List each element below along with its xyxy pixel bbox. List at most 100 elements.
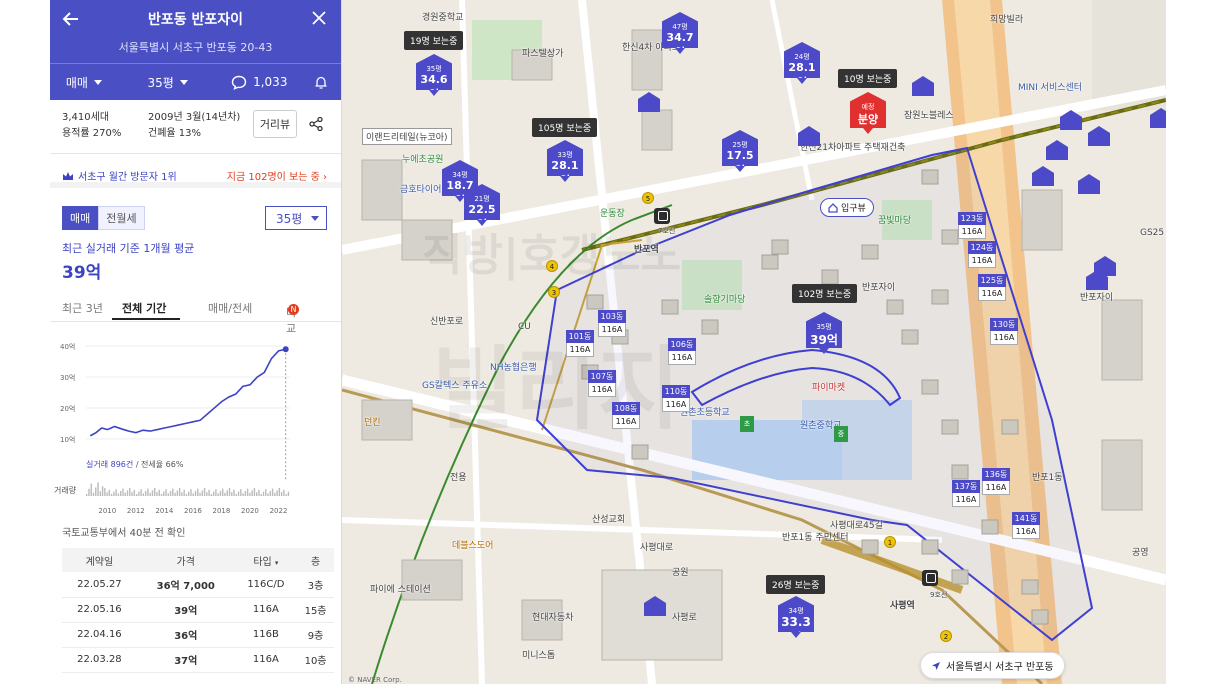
dong-label[interactable]: 137동 116A — [952, 480, 980, 507]
house-marker: 25평 17.5억 — [722, 130, 758, 166]
complex-info-panel: 반포동 반포자이 서울특별시 서초구 반포동 20-43 매매 35평 1,03… — [50, 0, 342, 684]
trade-type-dropdown[interactable]: 매매 — [50, 64, 118, 100]
panel-header: 반포동 반포자이 서울특별시 서초구 반포동 20-43 매매 35평 1,03… — [50, 0, 341, 100]
price-history-chart[interactable]: 10억 20억 30억 40억 2010 2012 2014 2016 2018 2020 2022 — [50, 330, 342, 520]
price-pin-selected[interactable]: 35평 39억 — [806, 312, 842, 354]
deal-floor: 3층 — [297, 572, 334, 598]
volume-bar — [99, 491, 101, 496]
table-row: 22.04.16 36억 116B 9층 — [62, 622, 334, 648]
tab-sale-lease[interactable]: 매매/전세 — [208, 300, 252, 316]
volume-bar — [201, 490, 203, 496]
current-point — [282, 346, 289, 353]
map-label: 경원중학교 — [422, 13, 464, 23]
alarm-button[interactable] — [301, 64, 341, 100]
volume-label: 거래량 — [54, 486, 77, 495]
y-tick-label: 20억 — [60, 405, 75, 413]
dong-label[interactable]: 130동 116A — [990, 318, 1018, 345]
tab-recent-3y[interactable]: 최근 3년 — [62, 300, 103, 316]
close-icon[interactable] — [309, 8, 329, 28]
coverage-ratio: 건폐율 13% — [148, 128, 202, 139]
volume-bar — [283, 489, 285, 496]
floor-area-ratio: 용적률 270% — [62, 128, 122, 139]
street-view-button[interactable]: 거리뷰 — [253, 110, 297, 138]
viewer-count-tag: 19명 보는중 — [404, 31, 464, 50]
volume-bar — [183, 489, 185, 496]
school-icon: 중 — [834, 426, 848, 442]
dong-label[interactable]: 110동 116A — [662, 385, 690, 412]
volume-bar — [244, 491, 247, 496]
map-view[interactable]: 직방|호갱노노 빌리지 경원중학교 파스텔상가 한신4차 아파트 누에초공원 금… — [342, 0, 1166, 684]
price-pin[interactable]: 34평 33.3억 — [778, 596, 814, 638]
col-type[interactable]: 타입 ▾ — [234, 548, 298, 572]
volume-bar — [104, 488, 106, 496]
subway-station-icon[interactable] — [654, 208, 670, 224]
volume-bar — [242, 493, 244, 496]
dong-label[interactable]: 108동 116A — [612, 402, 640, 429]
dong-label[interactable]: 103동 116A — [598, 310, 626, 337]
dong-type: 116A — [588, 383, 616, 397]
speech-bubble-icon — [231, 75, 247, 90]
dong-type: 116A — [952, 493, 980, 507]
bell-icon — [315, 76, 327, 89]
table-row: 22.05.27 36억 7,000 116C/D 3층 — [62, 572, 334, 598]
size-select[interactable]: 35평 — [265, 206, 327, 230]
map-copyright: © NAVER Corp. — [348, 676, 402, 684]
map-label: GS칼텍스 주유소 — [422, 381, 488, 391]
dong-label[interactable]: 136동 116A — [982, 468, 1010, 495]
map-label: 이랜드리테일(뉴코아) — [362, 128, 452, 145]
dong-label[interactable]: 125동 116A — [978, 274, 1006, 301]
dong-name: 141동 — [1012, 512, 1040, 525]
deal-floor: 10층 — [297, 647, 334, 673]
presale-pin[interactable]: 예정 분양 — [850, 92, 886, 134]
tab-all-period[interactable]: 전체 기간 — [122, 300, 166, 316]
volume-bar — [115, 489, 117, 496]
visitor-rank-text: 서초구 월간 방문자 1위 — [78, 172, 177, 183]
dong-name: 106동 — [668, 338, 696, 351]
navigation-arrow-icon — [932, 661, 940, 670]
size-dropdown[interactable]: 35평 — [118, 64, 218, 100]
x-tick-label: 2010 — [98, 507, 116, 515]
chart-note: 실거래 896건 / 전세율 66% — [86, 459, 183, 470]
dong-type: 116A — [598, 323, 626, 337]
tab-lease[interactable]: 전월세 — [98, 206, 145, 230]
dong-label[interactable]: 106동 116A — [668, 338, 696, 365]
map-label: 파스텔상가 — [522, 49, 564, 59]
complex-address: 서울특별시 서초구 반포동 20-43 — [118, 41, 273, 54]
entrance-view-chip[interactable]: 입구뷰 — [820, 198, 874, 217]
dong-label[interactable]: 101동 116A — [566, 330, 594, 357]
map-label: 사평역 — [890, 601, 915, 611]
volume-bar — [88, 488, 90, 496]
pin-tail — [477, 220, 487, 226]
map-label: 반포1동 — [1032, 473, 1063, 483]
deal-price: 36억 — [136, 622, 235, 648]
dong-label[interactable]: 124동 116A — [968, 241, 996, 268]
volume-bar — [117, 493, 120, 496]
visitor-rank-bar[interactable]: 서초구 월간 방문자 1위 지금 102명이 보는 중 › — [50, 160, 341, 188]
price-pin[interactable]: 35평 34.6억 — [416, 54, 452, 96]
dong-label[interactable]: 141동 116A — [1012, 512, 1040, 539]
comments-button[interactable]: 1,033 — [217, 64, 301, 100]
volume-bar — [192, 493, 194, 496]
chevron-down-icon: ▾ — [274, 558, 279, 567]
dong-type: 116A — [566, 343, 594, 357]
tab-sale[interactable]: 매매 — [62, 206, 99, 230]
volume-bar — [206, 492, 208, 496]
house-marker: 47평 34.7억 — [662, 12, 698, 48]
deal-type: 116A — [234, 597, 298, 623]
volume-bar — [167, 493, 169, 496]
dong-type: 116A — [668, 351, 696, 365]
price-pin[interactable]: 21평 22.5억 — [464, 184, 500, 226]
dong-label[interactable]: 123동 116A — [958, 212, 986, 239]
viewer-count-tag: 10명 보는중 — [838, 69, 898, 88]
volume-bar — [149, 492, 151, 496]
price-pin[interactable]: 25평 17.5억 — [722, 130, 758, 172]
dong-label[interactable]: 107동 116A — [588, 370, 616, 397]
price-pin[interactable]: 47평 34.7억 — [662, 12, 698, 54]
current-location-chip[interactable]: 서울특별시 서초구 반포동 — [920, 652, 1065, 679]
dong-name: 107동 — [588, 370, 616, 383]
subway-station-icon[interactable] — [922, 570, 938, 586]
price-pin[interactable]: 24평 28.1억 — [784, 42, 820, 84]
y-tick-label: 30억 — [60, 374, 75, 382]
price-pin[interactable]: 33평 28.1억 — [547, 140, 583, 182]
share-icon[interactable] — [308, 116, 324, 132]
